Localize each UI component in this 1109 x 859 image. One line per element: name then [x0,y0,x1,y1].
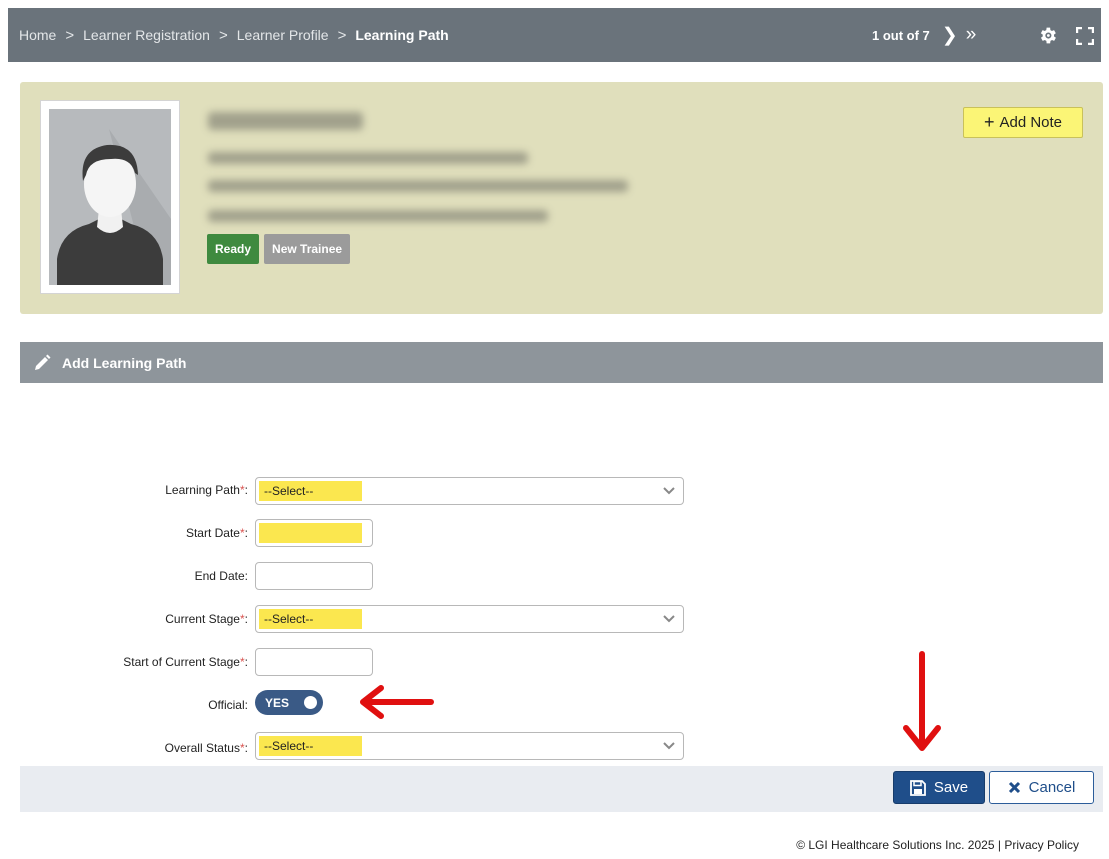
floppy-disk-icon [909,779,926,796]
redacted-learner-info [208,180,628,192]
avatar [49,109,171,285]
official-toggle[interactable]: YES [255,690,323,715]
end-date-label: End Date: [194,569,248,583]
official-label: Official: [208,698,248,712]
save-button-label: Save [933,779,969,796]
add-note-label: Add Note [999,114,1063,131]
breadcrumb-home[interactable]: Home [19,27,56,43]
breadcrumb-learner-registration[interactable]: Learner Registration [83,27,210,43]
footer-divider: | [997,838,1001,852]
learning-path-label: Learning Path*: [165,483,248,497]
save-button[interactable]: Save [893,771,985,804]
cancel-button[interactable]: Cancel [989,771,1094,804]
official-toggle-value: YES [265,695,290,710]
x-icon [1008,781,1020,794]
start-current-stage-field[interactable] [255,648,373,676]
learner-photo [40,100,180,294]
breadcrumb-separator: > [65,26,75,44]
current-stage-select[interactable]: --Select-- [255,605,684,633]
learning-path-value: --Select-- [259,481,362,501]
start-current-stage-label: Start of Current Stage*: [123,655,248,669]
plus-icon: + [983,112,995,132]
section-header: Add Learning Path [20,342,1103,383]
overall-status-label: Overall Status*: [164,741,248,755]
redacted-learner-name [208,112,363,130]
add-note-button[interactable]: + Add Note [963,107,1083,138]
redacted-learner-info [208,152,528,164]
breadcrumb: Home > Learner Registration > Learner Pr… [19,8,449,62]
cancel-button-label: Cancel [1028,779,1076,796]
section-title: Add Learning Path [62,354,187,371]
toggle-knob [304,696,317,709]
chevron-down-icon [663,487,675,495]
gear-icon[interactable] [1037,25,1058,46]
chevron-down-icon [663,615,675,623]
overall-status-select[interactable]: --Select-- [255,732,684,760]
end-date-field[interactable] [255,562,373,590]
next-record-icon[interactable]: ❯ [942,24,958,47]
breadcrumb-learner-profile[interactable]: Learner Profile [237,27,329,43]
footer: © LGI Healthcare Solutions Inc. 2025 | P… [796,838,1079,852]
status-badge-new-trainee: New Trainee [264,234,351,264]
status-badge-ready: Ready [207,234,260,264]
breadcrumb-separator: > [337,26,347,44]
redacted-learner-info [208,210,548,222]
learning-path-select[interactable]: --Select-- [255,477,684,505]
annotation-arrow-left-icon [360,685,434,719]
breadcrumb-separator: > [218,26,228,44]
learner-profile-card: Ready New Trainee + Add Note [20,82,1103,314]
start-date-value [259,523,362,543]
chevron-down-icon [663,742,675,750]
top-navigation-bar: Home > Learner Registration > Learner Pr… [8,8,1101,62]
copyright-text: © LGI Healthcare Solutions Inc. 2025 [796,838,995,852]
pencil-icon [35,354,51,370]
overall-status-value: --Select-- [259,736,362,756]
pager-text: 1 out of 7 [872,27,930,43]
start-date-field[interactable] [255,519,373,547]
fullscreen-icon[interactable] [1076,27,1094,45]
annotation-arrow-down-icon [903,651,941,751]
start-date-label: Start Date*: [185,526,248,540]
privacy-policy-link[interactable]: Privacy Policy [1004,838,1079,852]
current-stage-label: Current Stage*: [165,612,248,626]
last-record-icon[interactable]: » [966,24,977,46]
current-stage-value: --Select-- [259,609,362,629]
breadcrumb-current: Learning Path [355,27,449,43]
status-badges: Ready New Trainee [207,234,351,264]
person-silhouette-icon [49,109,171,285]
record-pager: 1 out of 7 ❯ » [872,8,976,62]
